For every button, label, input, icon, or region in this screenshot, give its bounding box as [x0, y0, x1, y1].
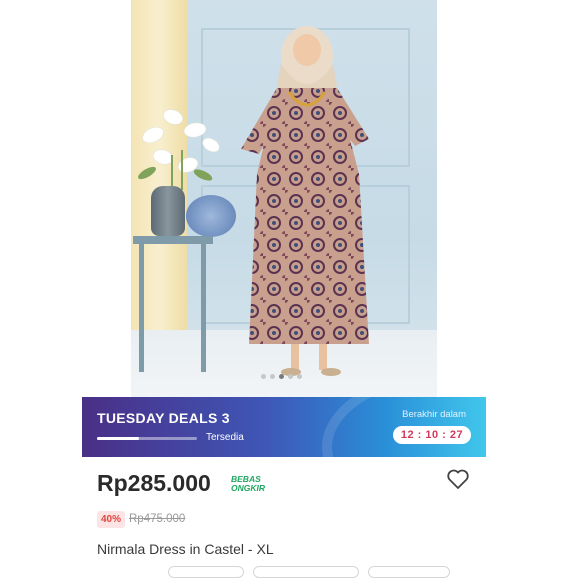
product-image[interactable]: [131, 0, 437, 397]
countdown-timer: 12 : 10 : 27: [393, 426, 471, 444]
discount-badge: 40%: [97, 511, 126, 528]
gallery-dot[interactable]: [261, 374, 266, 379]
stock-label: Tersedia: [206, 432, 244, 443]
deal-title: TUESDAY DEALS 3: [97, 410, 230, 426]
stock-progress-bar: [97, 437, 197, 440]
variant-chip[interactable]: [368, 566, 450, 578]
table-leg: [139, 244, 144, 372]
gallery-dot-active[interactable]: [279, 374, 284, 379]
ends-in-label: Berakhir dalam: [402, 409, 466, 420]
model-in-dress: [241, 26, 369, 376]
free-shipping-badge: BEBAS ONGKIR: [231, 475, 275, 495]
free-shipping-line2: ONGKIR: [231, 483, 265, 493]
product-name: Nirmala Dress in Castel - XL: [97, 541, 274, 557]
variant-chip[interactable]: [168, 566, 244, 578]
vase: [151, 186, 185, 236]
side-table: [133, 236, 213, 244]
original-price: Rp475.000: [129, 513, 186, 525]
gallery-dot[interactable]: [270, 374, 275, 379]
white-flowers: [138, 109, 220, 190]
gallery-pagination: [261, 374, 302, 379]
heart-icon[interactable]: [446, 468, 470, 490]
stock-progress-fill: [97, 437, 139, 440]
flash-deal-banner[interactable]: TUESDAY DEALS 3 Tersedia Berakhir dalam …: [82, 397, 486, 457]
variant-chip[interactable]: [253, 566, 359, 578]
product-price: Rp285.000: [97, 470, 211, 496]
gallery-dot[interactable]: [297, 374, 302, 379]
gallery-dot[interactable]: [288, 374, 293, 379]
table-leg: [201, 244, 206, 372]
